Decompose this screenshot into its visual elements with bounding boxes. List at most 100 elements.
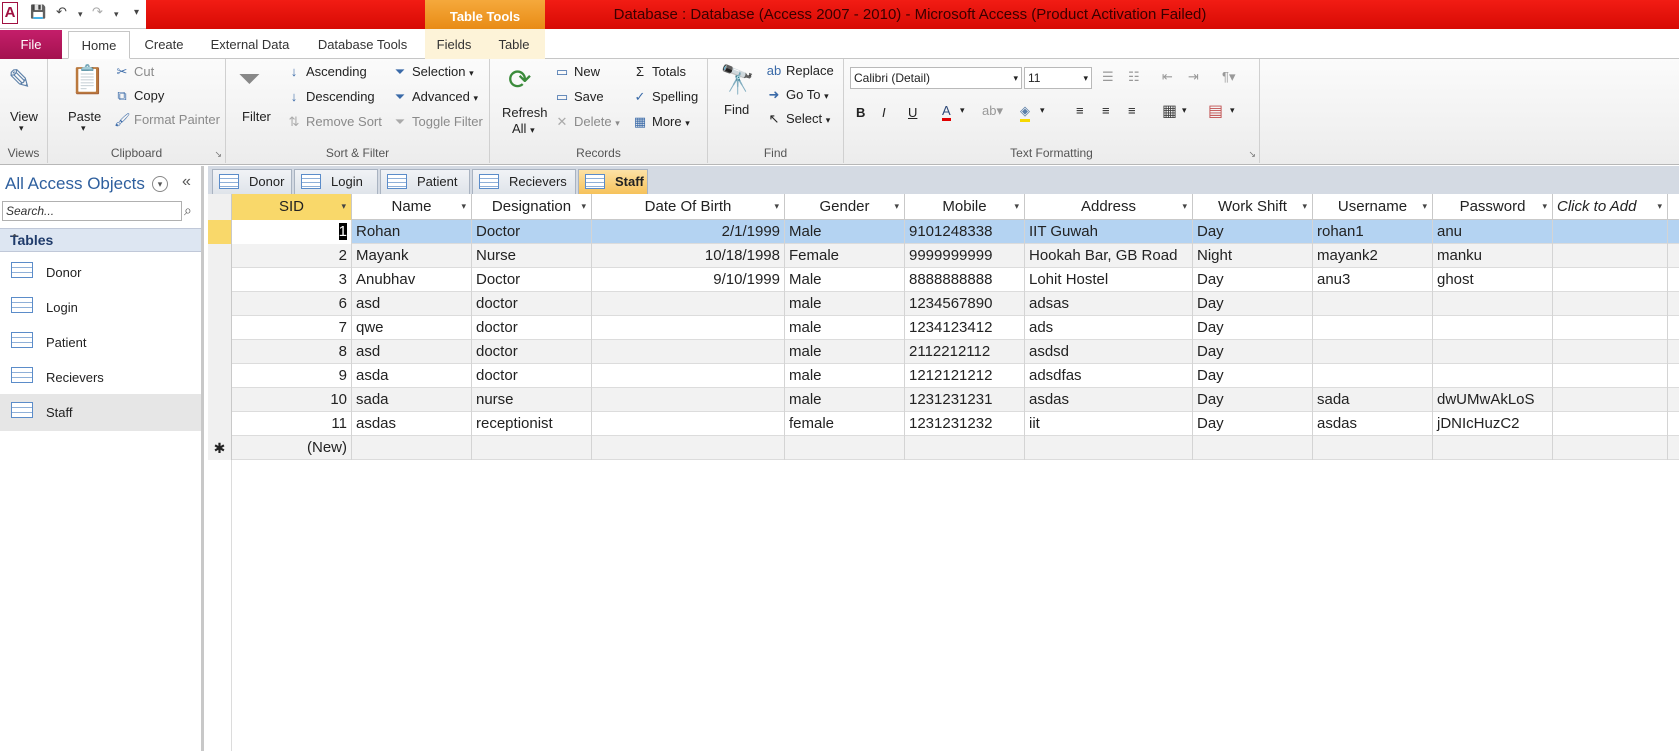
- indent-icon[interactable]: ⇥: [1188, 69, 1199, 85]
- nav-search-input[interactable]: Search...: [2, 201, 182, 221]
- bullets-icon[interactable]: ☰: [1102, 69, 1114, 85]
- doc-tab-patient[interactable]: Patient: [380, 169, 470, 194]
- cell-click-to-add[interactable]: [1553, 412, 1668, 436]
- cell-username[interactable]: sada: [1313, 388, 1433, 412]
- cell-password[interactable]: [1433, 316, 1553, 340]
- align-right-icon[interactable]: ≡: [1128, 103, 1136, 118]
- cell-gender[interactable]: female: [785, 412, 905, 436]
- font-name-combo[interactable]: Calibri (Detail) ▾: [850, 67, 1022, 89]
- cell-name[interactable]: sada: [352, 388, 472, 412]
- tab-database-tools[interactable]: Database Tools: [310, 31, 415, 59]
- fill-color-icon[interactable]: ◈: [1020, 103, 1030, 122]
- column-dropdown-icon[interactable]: ▾: [581, 194, 586, 219]
- cell-click-to-add[interactable]: [1553, 268, 1668, 292]
- cell-gender[interactable]: male: [785, 340, 905, 364]
- cell-work-shift[interactable]: Day: [1193, 316, 1313, 340]
- cell-username[interactable]: [1313, 292, 1433, 316]
- cell-gender[interactable]: Male: [785, 268, 905, 292]
- cell-mobile[interactable]: 8888888888: [905, 268, 1025, 292]
- numbering-icon[interactable]: ☷: [1128, 69, 1140, 85]
- nav-pane-title[interactable]: All Access Objects: [5, 174, 145, 194]
- record-selector[interactable]: [208, 388, 232, 412]
- table-row[interactable]: 1 Rohan Doctor 2/1/1999 Male 9101248338 IIT Gu…: [208, 220, 1679, 244]
- select-button[interactable]: ↖ Select ▾: [766, 111, 831, 127]
- record-selector[interactable]: [208, 268, 232, 292]
- cell-username[interactable]: [1313, 340, 1433, 364]
- gridlines-icon[interactable]: ▦: [1162, 101, 1177, 121]
- cell-sid[interactable]: 10: [232, 388, 352, 412]
- doc-tab-login[interactable]: Login: [294, 169, 378, 194]
- cell-click-to-add[interactable]: [1553, 436, 1668, 460]
- cell-mobile[interactable]: 1231231232: [905, 412, 1025, 436]
- cell-work-shift[interactable]: [1193, 436, 1313, 460]
- cell-designation[interactable]: doctor: [472, 316, 592, 340]
- nav-item-patient[interactable]: Patient: [0, 324, 201, 361]
- column-header-work-shift[interactable]: Work Shift ▾: [1193, 194, 1313, 220]
- record-selector[interactable]: [208, 340, 232, 364]
- cell-address[interactable]: IIT Guwah: [1025, 220, 1193, 244]
- table-row[interactable]: 11 asdas receptionist female 1231231232 iit Da…: [208, 412, 1679, 436]
- cell-mobile[interactable]: 1234123412: [905, 316, 1025, 340]
- search-icon[interactable]: ⌕: [184, 202, 192, 219]
- tab-external-data[interactable]: External Data: [204, 31, 296, 59]
- cell-work-shift[interactable]: Day: [1193, 220, 1313, 244]
- cell-name[interactable]: asda: [352, 364, 472, 388]
- cell-designation[interactable]: Doctor: [472, 268, 592, 292]
- cell-username[interactable]: [1313, 316, 1433, 340]
- column-header-address[interactable]: Address ▾: [1025, 194, 1193, 220]
- format-painter-button[interactable]: 🖌 Format Painter: [114, 112, 220, 128]
- cell-mobile[interactable]: [905, 436, 1025, 460]
- tab-create[interactable]: Create: [138, 31, 190, 59]
- outdent-icon[interactable]: ⇤: [1162, 69, 1173, 85]
- cell-password[interactable]: manku: [1433, 244, 1553, 268]
- cell-designation[interactable]: Nurse: [472, 244, 592, 268]
- view-dropdown-icon[interactable]: ▾: [19, 123, 24, 134]
- copy-button[interactable]: ⧉ Copy: [114, 88, 164, 104]
- spelling-button[interactable]: ✓ Spelling: [632, 89, 699, 105]
- cell-name[interactable]: asd: [352, 292, 472, 316]
- cell-gender[interactable]: Male: [785, 220, 905, 244]
- doc-tab-recievers[interactable]: Recievers: [472, 169, 576, 194]
- cell-address[interactable]: adsdfas: [1025, 364, 1193, 388]
- record-selector[interactable]: [208, 412, 232, 436]
- record-selector[interactable]: [208, 364, 232, 388]
- new-record-button[interactable]: ▭ New: [554, 64, 600, 80]
- column-dropdown-icon[interactable]: ▾: [1302, 194, 1307, 219]
- underline-icon[interactable]: U: [908, 105, 917, 120]
- cell-gender[interactable]: male: [785, 292, 905, 316]
- save-record-button[interactable]: ▭ Save: [554, 89, 604, 105]
- cell-gender[interactable]: male: [785, 364, 905, 388]
- cell-date-of-birth[interactable]: 2/1/1999: [592, 220, 785, 244]
- column-dropdown-icon[interactable]: ▾: [1182, 194, 1187, 219]
- cell-work-shift[interactable]: Day: [1193, 340, 1313, 364]
- record-selector[interactable]: [208, 316, 232, 340]
- shutter-bar-close-icon[interactable]: «: [182, 173, 191, 191]
- undo-dropdown-icon[interactable]: ▾: [78, 9, 83, 20]
- cell-sid[interactable]: 11: [232, 412, 352, 436]
- cell-address[interactable]: asdas: [1025, 388, 1193, 412]
- column-header-sid[interactable]: SID ▾: [232, 194, 352, 220]
- cell-designation[interactable]: [472, 436, 592, 460]
- cell-sid[interactable]: 2: [232, 244, 352, 268]
- cell-gender[interactable]: [785, 436, 905, 460]
- cell-password[interactable]: ghost: [1433, 268, 1553, 292]
- cell-designation[interactable]: doctor: [472, 364, 592, 388]
- more-button[interactable]: ▦ More ▾: [632, 114, 690, 130]
- nav-menu-dropdown-icon[interactable]: ▾: [152, 176, 168, 192]
- column-header-designation[interactable]: Designation ▾: [472, 194, 592, 220]
- clipboard-launcher-icon[interactable]: ↘: [214, 149, 222, 160]
- cell-mobile[interactable]: 1234567890: [905, 292, 1025, 316]
- cell-password[interactable]: [1433, 340, 1553, 364]
- cell-password[interactable]: jDNIcHuzC2: [1433, 412, 1553, 436]
- cell-password[interactable]: [1433, 364, 1553, 388]
- table-row[interactable]: 10 sada nurse male 1231231231 asdas Day sada dwU…: [208, 388, 1679, 412]
- cell-address[interactable]: [1025, 436, 1193, 460]
- new-record-row[interactable]: ✱ (New): [208, 436, 1679, 460]
- doc-tab-staff[interactable]: Staff: [578, 169, 648, 194]
- cell-name[interactable]: Anubhav: [352, 268, 472, 292]
- column-dropdown-icon[interactable]: ▾: [461, 194, 466, 219]
- cell-date-of-birth[interactable]: [592, 340, 785, 364]
- table-row[interactable]: 3 Anubhav Doctor 9/10/1999 Male 8888888888 Loh…: [208, 268, 1679, 292]
- cell-sid[interactable]: 9: [232, 364, 352, 388]
- cell-work-shift[interactable]: Day: [1193, 412, 1313, 436]
